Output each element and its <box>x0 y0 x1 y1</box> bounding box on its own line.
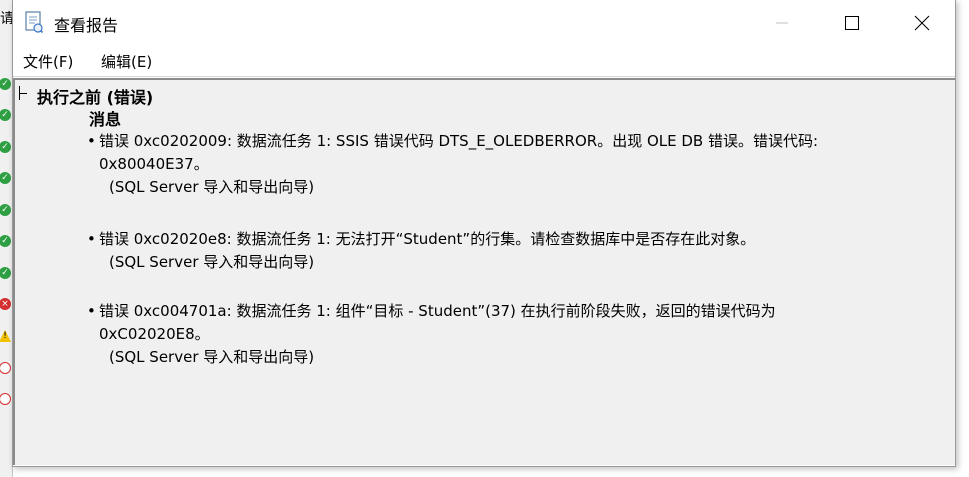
message-line: 错误 0xc02020e8: 数据流任务 1: 无法打开“Student”的行集… <box>99 230 756 248</box>
error-message: • 错误 0xc004701a: 数据流任务 1: 组件“目标 - Student… <box>87 300 937 369</box>
bullet: • <box>87 302 96 320</box>
report-document-icon <box>25 11 43 33</box>
check-icon: ✓ <box>0 235 11 247</box>
message-line: 错误 0xc004701a: 数据流任务 1: 组件“目标 - Student”… <box>99 302 776 320</box>
report-dialog: 查看报告 文件(F) 编辑(E) 执行之前 (错误) 消息 • 错误 0xc020… <box>12 0 956 467</box>
stop-icon <box>0 393 11 405</box>
stop-icon <box>0 362 11 374</box>
background-window-title: 请 <box>0 11 12 27</box>
error-message: • 错误 0xc02020e8: 数据流任务 1: 无法打开“Student”的行… <box>87 228 937 274</box>
check-icon: ✓ <box>0 141 11 153</box>
error-icon: × <box>0 298 11 310</box>
message-line: 错误 0xc0202009: 数据流任务 1: SSIS 错误代码 DTS_E_… <box>99 132 819 150</box>
message-source: (SQL Server 导入和导出向导) <box>109 253 315 271</box>
menu-file[interactable]: 文件(F) <box>23 51 73 72</box>
menu-edit[interactable]: 编辑(E) <box>101 51 152 72</box>
menu-bar: 文件(F) 编辑(E) <box>13 46 955 77</box>
check-icon: ✓ <box>0 267 11 279</box>
message-source: (SQL Server 导入和导出向导) <box>109 178 315 196</box>
window-title: 查看报告 <box>54 16 119 35</box>
check-icon: ✓ <box>0 109 11 121</box>
bullet: • <box>87 230 96 248</box>
minimize-button[interactable] <box>759 0 805 46</box>
title-bar[interactable]: 查看报告 <box>13 0 955 46</box>
close-button[interactable] <box>899 0 945 46</box>
message-line: 0x80040E37。 <box>99 155 209 173</box>
error-message: • 错误 0xc0202009: 数据流任务 1: SSIS 错误代码 DTS_E… <box>87 130 937 199</box>
message-source: (SQL Server 导入和导出向导) <box>109 348 315 366</box>
tree-connector <box>19 93 27 94</box>
check-icon: ✓ <box>0 172 11 184</box>
message-line: 0xC02020E8。 <box>99 325 210 343</box>
maximize-icon <box>845 16 859 30</box>
minimize-icon <box>776 22 788 24</box>
check-icon: ✓ <box>0 78 11 90</box>
report-content[interactable]: 执行之前 (错误) 消息 • 错误 0xc0202009: 数据流任务 1: SS… <box>13 78 955 465</box>
maximize-button[interactable] <box>829 0 875 46</box>
messages-label: 消息 <box>89 110 122 129</box>
bullet: • <box>87 132 96 150</box>
check-icon: ✓ <box>0 204 11 216</box>
section-title: 执行之前 (错误) <box>37 88 154 107</box>
close-icon <box>914 15 930 31</box>
warning-icon: ! <box>0 330 11 342</box>
